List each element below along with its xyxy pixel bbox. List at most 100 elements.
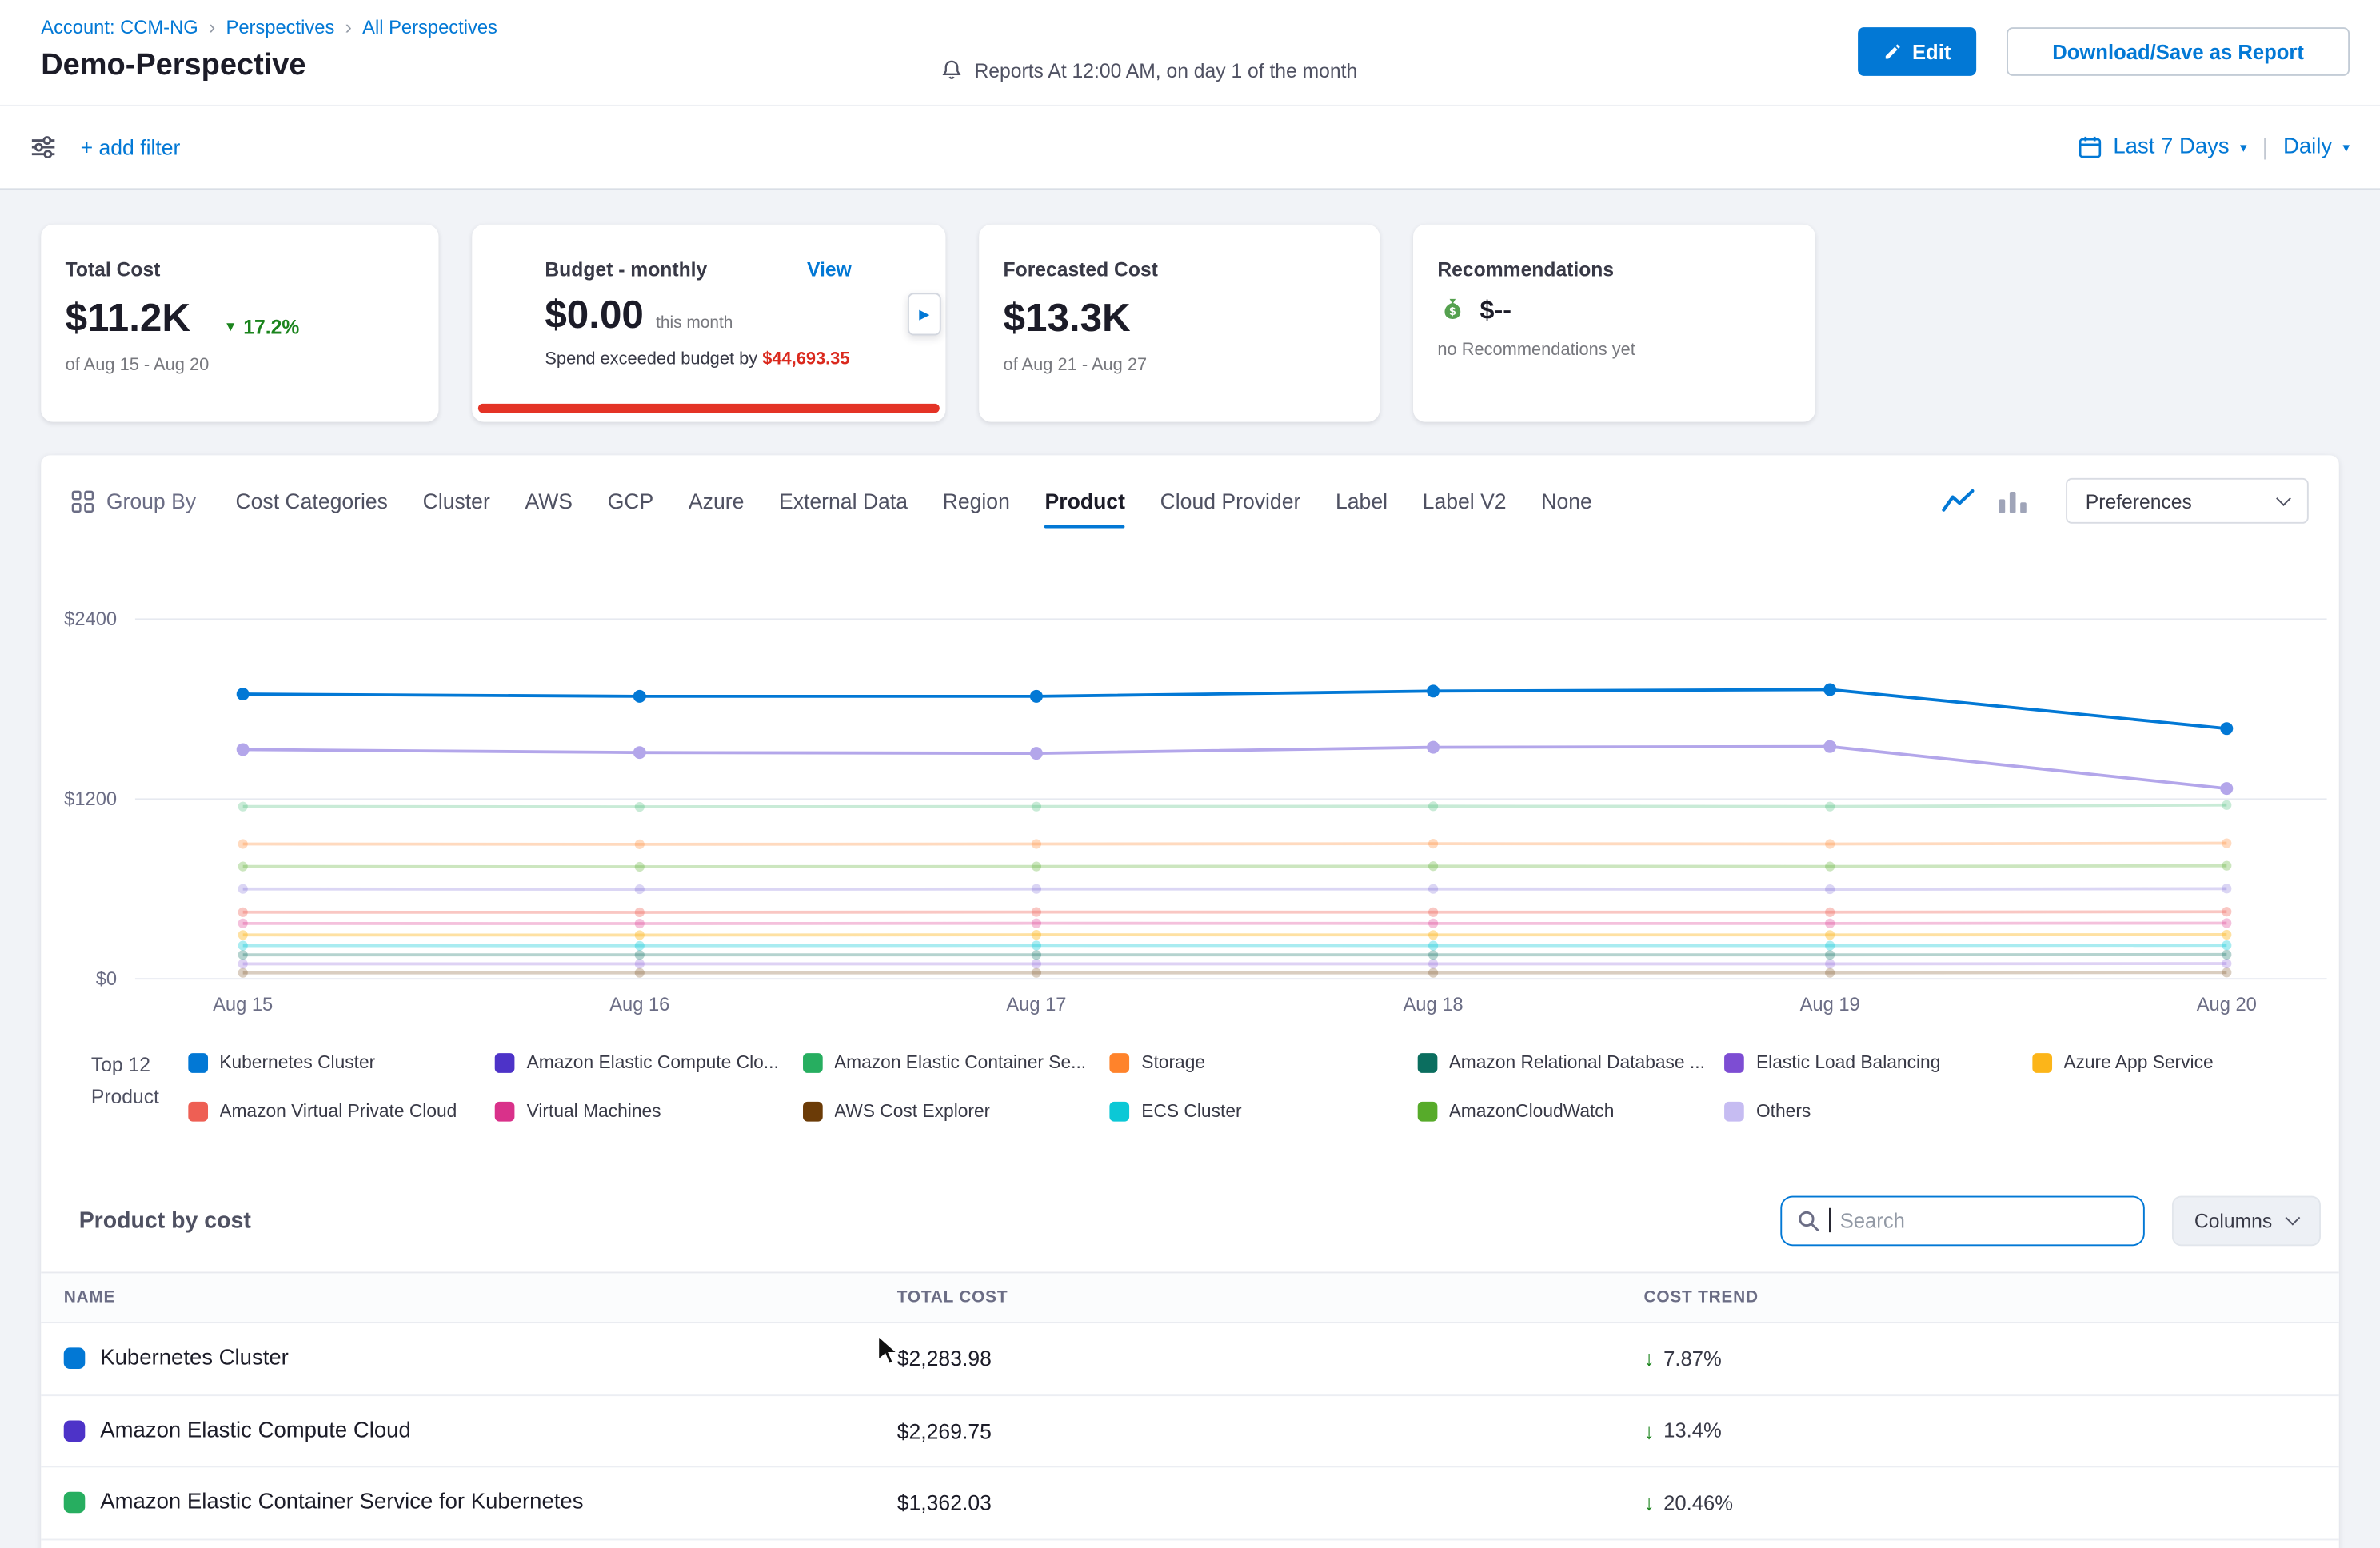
svg-text:Aug 20: Aug 20 bbox=[2197, 995, 2257, 1015]
total-cost-trend: ▼ 17.2% bbox=[224, 315, 300, 337]
total-cost-period: of Aug 15 - Aug 20 bbox=[66, 357, 415, 375]
edit-button[interactable]: Edit bbox=[1858, 27, 1976, 76]
row-total-cost: $2,269.75 bbox=[897, 1418, 1644, 1442]
filter-settings-icon[interactable] bbox=[30, 135, 56, 159]
legend-label: Amazon Virtual Private Cloud bbox=[219, 1100, 457, 1122]
total-cost-card: Total Cost $11.2K ▼ 17.2% of Aug 15 - Au… bbox=[41, 225, 438, 422]
legend-item[interactable]: Amazon Virtual Private Cloud bbox=[187, 1099, 494, 1123]
group-by-tab-cloud-provider[interactable]: Cloud Provider bbox=[1160, 489, 1301, 513]
legend-item[interactable]: ECS Cluster bbox=[1109, 1099, 1416, 1123]
time-controls: Last 7 Days ▾ | Daily ▾ bbox=[2079, 134, 2350, 160]
total-cost-title: Total Cost bbox=[66, 258, 415, 281]
legend-label: Elastic Load Balancing bbox=[1756, 1051, 1940, 1073]
perspective-panel: Group By Cost Categories Cluster AWS GCP Azu… bbox=[41, 455, 2339, 1548]
legend-item[interactable]: Azure App Service bbox=[2031, 1050, 2338, 1074]
forecasted-cost-value: $13.3K bbox=[1004, 294, 1131, 341]
row-total-cost: $1,362.03 bbox=[897, 1490, 1644, 1514]
group-by-tab-none[interactable]: None bbox=[1541, 489, 1592, 513]
group-by-tab-azure[interactable]: Azure bbox=[689, 489, 744, 513]
chart-area: $0$1200$2400Aug 15Aug 16Aug 17Aug 18Aug … bbox=[41, 573, 2339, 1028]
group-by-tab-region[interactable]: Region bbox=[943, 489, 1010, 513]
legend-item[interactable]: AWS Cost Explorer bbox=[802, 1099, 1109, 1123]
calendar-icon bbox=[2079, 135, 2102, 159]
table-row[interactable]: Kubernetes Cluster$2,283.98↓7.87% bbox=[41, 1323, 2339, 1395]
legend-item[interactable]: Virtual Machines bbox=[495, 1099, 802, 1123]
pencil-icon bbox=[1883, 42, 1902, 61]
budget-value: $0.00 bbox=[545, 291, 644, 338]
edit-button-label: Edit bbox=[1912, 40, 1951, 62]
legend-swatch bbox=[495, 1052, 515, 1072]
row-color-swatch bbox=[64, 1492, 86, 1514]
row-cost-trend: ↓7.87% bbox=[1643, 1347, 2338, 1370]
legend-item[interactable]: Others bbox=[1724, 1099, 2031, 1123]
group-by-tab-label-v2[interactable]: Label V2 bbox=[1423, 489, 1507, 513]
svg-text:Aug 15: Aug 15 bbox=[213, 995, 273, 1015]
group-by-tab-label[interactable]: Label bbox=[1336, 489, 1388, 513]
table-body: Kubernetes Cluster$2,283.98↓7.87%Amazon … bbox=[41, 1323, 2339, 1539]
legend-item[interactable]: Elastic Load Balancing bbox=[1724, 1050, 2031, 1074]
date-range-dropdown[interactable]: Last 7 Days ▾ bbox=[2079, 135, 2247, 159]
breadcrumb-all-perspectives-link[interactable]: All Perspectives bbox=[362, 16, 497, 38]
svg-text:Aug 17: Aug 17 bbox=[1006, 995, 1066, 1015]
recommendations-note: no Recommendations yet bbox=[1437, 341, 1791, 360]
date-range-label: Last 7 Days bbox=[2113, 135, 2229, 159]
top-header: Account: CCM-NG › Perspectives › All Per… bbox=[0, 0, 2380, 106]
table-row[interactable]: Amazon Elastic Compute Cloud $2,269.75↓13… bbox=[41, 1395, 2339, 1467]
granularity-dropdown[interactable]: Daily ▾ bbox=[2283, 135, 2350, 159]
legend-item[interactable]: Amazon Elastic Container Se... bbox=[802, 1050, 1109, 1074]
line-chart-toggle[interactable] bbox=[1941, 487, 1975, 514]
money-bag-icon: $ bbox=[1437, 296, 1468, 326]
forecasted-cost-card: Forecasted Cost $13.3K of Aug 21 - Aug 2… bbox=[979, 225, 1380, 422]
budget-exceeded-text: Spend exceeded budget by $44,693.35 bbox=[545, 350, 921, 369]
row-cost-trend: ↓13.4% bbox=[1643, 1418, 2338, 1442]
search-input[interactable] bbox=[1840, 1209, 2128, 1231]
legend-item[interactable]: Storage bbox=[1109, 1050, 1416, 1074]
legend-label: Azure App Service bbox=[2063, 1051, 2213, 1073]
preferences-button[interactable]: Preferences bbox=[2066, 478, 2309, 524]
svg-text:$2400: $2400 bbox=[64, 609, 117, 630]
add-filter-button[interactable]: + add filter bbox=[81, 135, 181, 159]
group-by-tab-product[interactable]: Product bbox=[1045, 489, 1125, 513]
bar-chart-toggle[interactable] bbox=[1998, 487, 2028, 514]
budget-progress-bar bbox=[478, 404, 940, 413]
legend-title: Top 12 Product bbox=[91, 1050, 188, 1123]
group-by-tab-gcp[interactable]: GCP bbox=[608, 489, 654, 513]
svg-text:$0: $0 bbox=[96, 969, 117, 990]
download-save-report-button[interactable]: Download/Save as Report bbox=[2007, 27, 2350, 76]
row-name: Amazon Elastic Compute Cloud bbox=[100, 1418, 411, 1442]
columns-button[interactable]: Columns bbox=[2171, 1195, 2321, 1246]
row-color-swatch bbox=[64, 1420, 86, 1442]
group-by-tab-cluster[interactable]: Cluster bbox=[423, 489, 490, 513]
budget-value-note: this month bbox=[656, 314, 733, 333]
bell-icon bbox=[941, 59, 963, 82]
cost-line-chart[interactable]: $0$1200$2400Aug 15Aug 16Aug 17Aug 18Aug … bbox=[41, 573, 2339, 1028]
play-icon: ▶ bbox=[919, 305, 929, 322]
legend-item[interactable]: Kubernetes Cluster bbox=[187, 1050, 494, 1074]
group-by-tab-cost-categories[interactable]: Cost Categories bbox=[235, 489, 388, 513]
group-by-row: Group By Cost Categories Cluster AWS GCP Azu… bbox=[41, 455, 2339, 546]
budget-next-button[interactable]: ▶ bbox=[908, 293, 941, 335]
legend-swatch bbox=[1724, 1101, 1744, 1121]
svg-text:Aug 19: Aug 19 bbox=[1800, 995, 1860, 1015]
page: Account: CCM-NG › Perspectives › All Per… bbox=[0, 0, 2380, 1548]
chevron-right-icon: › bbox=[209, 15, 215, 38]
budget-view-link[interactable]: View bbox=[807, 258, 852, 281]
legend-item[interactable]: Amazon Elastic Compute Clo... bbox=[495, 1050, 802, 1074]
row-total-cost: $2,283.98 bbox=[897, 1347, 1644, 1370]
legend-item[interactable]: AmazonCloudWatch bbox=[1417, 1099, 1724, 1123]
group-by-label: Group By bbox=[71, 489, 196, 513]
group-by-tab-external-data[interactable]: External Data bbox=[779, 489, 908, 513]
search-box[interactable] bbox=[1780, 1195, 2145, 1246]
breadcrumb-perspectives-link[interactable]: Perspectives bbox=[226, 16, 334, 38]
table-row[interactable]: Amazon Elastic Container Service for Kub… bbox=[41, 1467, 2339, 1539]
row-color-swatch bbox=[64, 1348, 86, 1370]
trend-down-arrow-icon: ↓ bbox=[1643, 1418, 1654, 1442]
group-by-tab-aws[interactable]: AWS bbox=[525, 489, 573, 513]
legend-swatch bbox=[495, 1101, 515, 1121]
budget-exceeded-amount: $44,693.35 bbox=[762, 350, 849, 369]
table-title: Product by cost bbox=[79, 1207, 251, 1233]
legend-swatch bbox=[802, 1101, 822, 1121]
legend-item[interactable]: Amazon Relational Database ... bbox=[1417, 1050, 1724, 1074]
row-name: Amazon Elastic Container Service for Kub… bbox=[100, 1490, 583, 1514]
breadcrumb-account-link[interactable]: Account: CCM-NG bbox=[41, 16, 198, 38]
